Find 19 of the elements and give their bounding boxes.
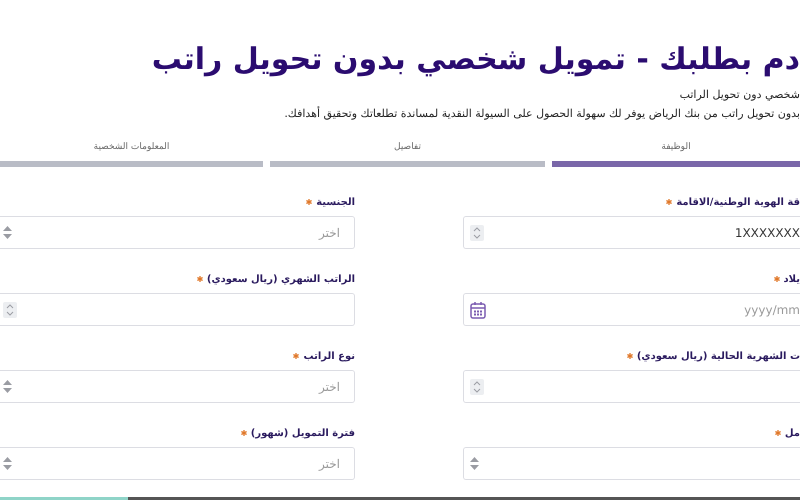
field-label: مل <box>784 428 800 438</box>
field-label: قة الهوية الوطنية/الاقامة <box>676 196 800 208</box>
step-label: المعلومات الشخصية <box>94 142 170 152</box>
field-label: فترة التمويل (شهور) <box>250 428 355 438</box>
select-field[interactable]: اختر <box>0 447 355 480</box>
field-label: نوع الراتب <box>303 350 355 362</box>
intro-heading: شخصي دون تحويل الراتب <box>678 87 800 103</box>
step-label: تفاصيل <box>394 142 421 152</box>
field-label: ت الشهرية الحالية (ريال سعودي) <box>636 350 800 362</box>
number-field[interactable]: 1XXXXXXX <box>463 216 800 249</box>
select-field[interactable]: اختر <box>0 216 355 249</box>
select-field[interactable]: اختر <box>0 370 355 403</box>
step-label: الوظيفة <box>661 142 691 152</box>
field-label: الراتب الشهري (ريال سعودي) <box>206 274 355 284</box>
date-field[interactable]: yyyy/mm <box>463 293 800 326</box>
field-label: الجنسية <box>316 196 355 208</box>
field-label: يلاد <box>784 274 800 284</box>
page-title: دم بطلبك - تمويل شخصي بدون تحويل راتب <box>150 41 800 79</box>
intro-text: بدون تحويل راتب من بنك الرياض يوفر لك سهولة الحصول على السيولة النقدية لمساندة تطلعاتك وتحقيق أهدافك. <box>283 105 800 122</box>
